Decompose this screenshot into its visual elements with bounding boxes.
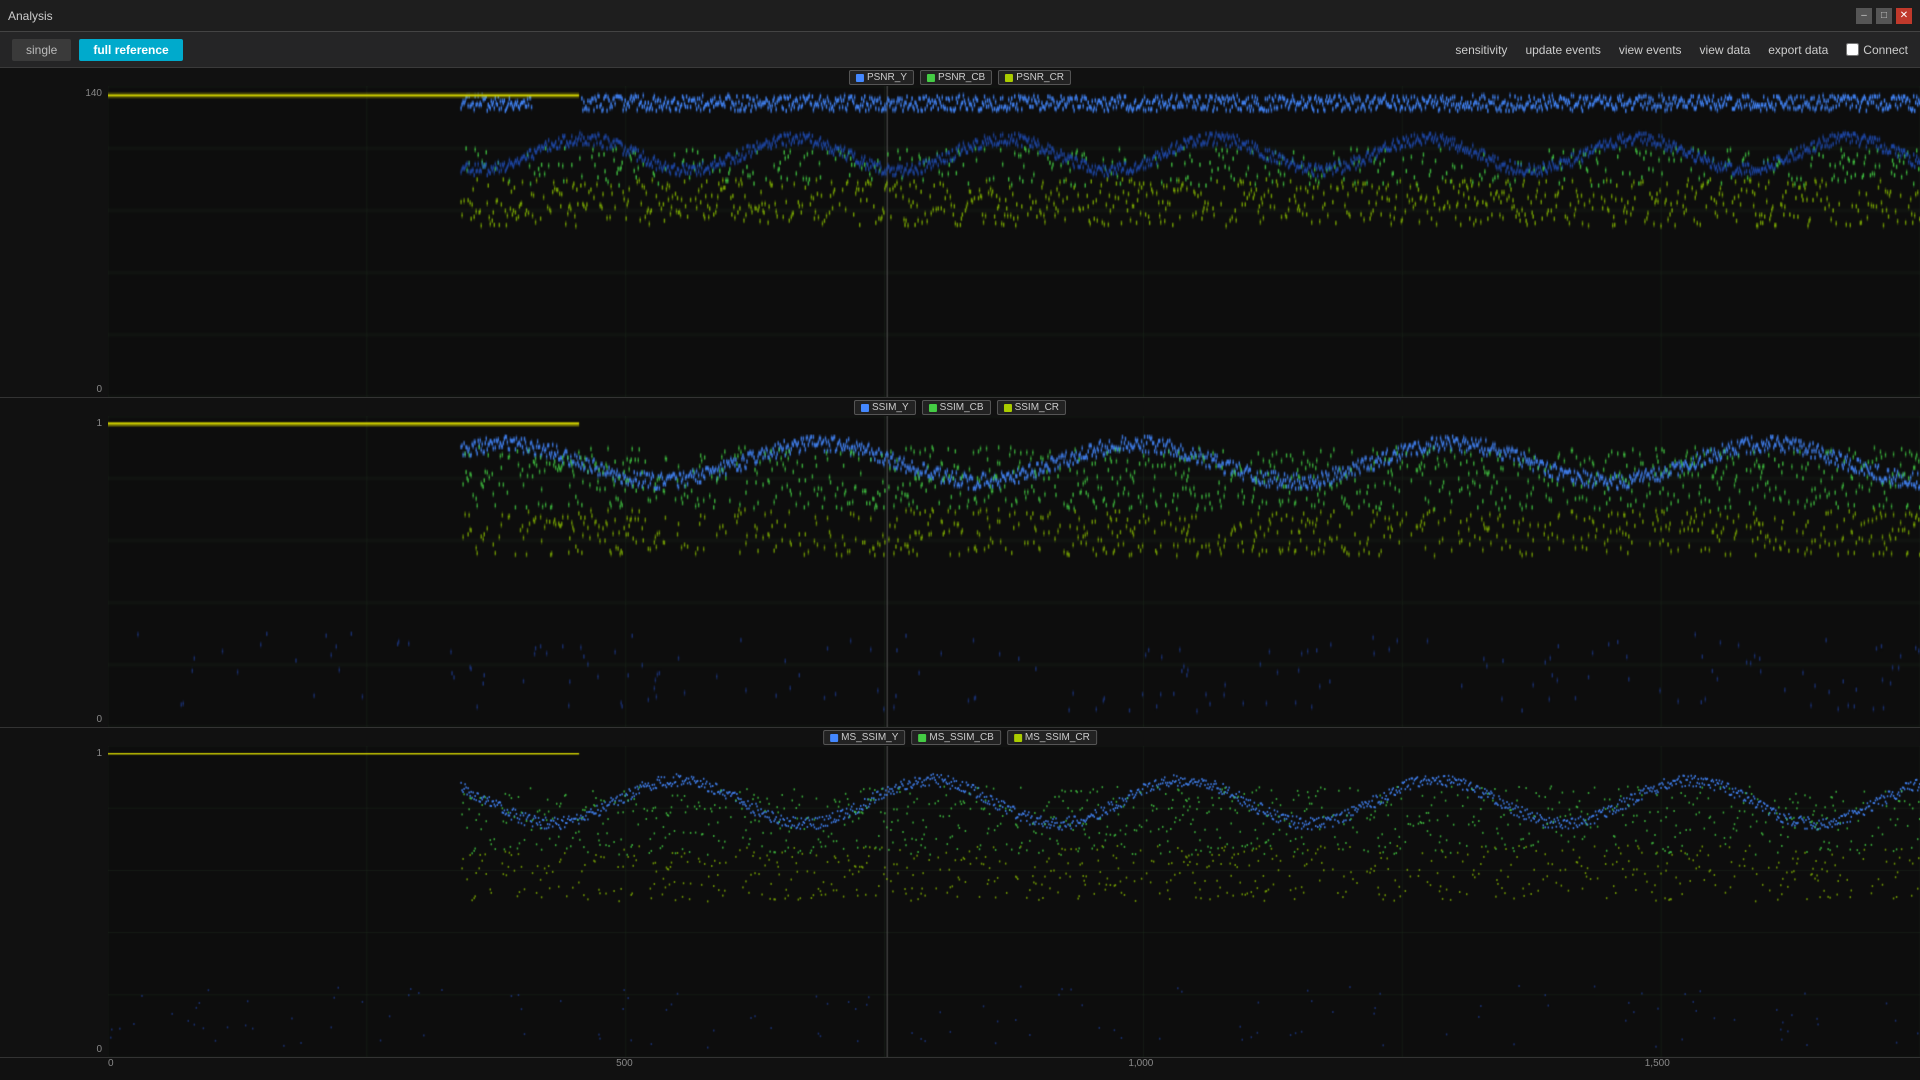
msssim-cb-label: MS_SSIM_CB	[929, 732, 993, 743]
ssim-y-min: 0	[96, 714, 102, 725]
psnr-y-label: PSNR_Y	[867, 72, 907, 83]
sensitivity-button[interactable]: sensitivity	[1455, 43, 1507, 57]
tab-full-reference[interactable]: full reference	[79, 39, 182, 61]
x-label-500: 500	[616, 1058, 633, 1069]
psnr-chart-section: PSNR_Y PSNR_CB PSNR_CR 140 0	[0, 68, 1920, 398]
connect-label: Connect	[1863, 43, 1908, 57]
export-data-button[interactable]: export data	[1768, 43, 1828, 57]
ssim-cb-label: SSIM_CB	[940, 402, 984, 413]
ssim-cb-legend: SSIM_CB	[922, 400, 991, 415]
ssim-y-max: 1	[96, 418, 102, 429]
msssim-legend: MS_SSIM_Y MS_SSIM_CB MS_SSIM_CR	[823, 730, 1097, 745]
view-events-button[interactable]: view events	[1619, 43, 1682, 57]
msssim-chart-section: MS_SSIM_Y MS_SSIM_CB MS_SSIM_CR 1 0	[0, 728, 1920, 1058]
ssim-canvas-area	[108, 416, 1920, 727]
psnr-cr-label: PSNR_CR	[1016, 72, 1064, 83]
msssim-y-max: 1	[96, 748, 102, 759]
msssim-cr-label: MS_SSIM_CR	[1025, 732, 1090, 743]
msssim-y-label: MS_SSIM_Y	[841, 732, 898, 743]
psnr-canvas	[108, 86, 1920, 397]
psnr-y-min: 0	[96, 384, 102, 395]
x-axis-labels: 0 500 1,000 1,500	[108, 1058, 1920, 1080]
ssim-legend: SSIM_Y SSIM_CB SSIM_CR	[854, 400, 1066, 415]
ssim-y-axis: 1 0	[0, 416, 108, 727]
msssim-y-axis: 1 0	[0, 746, 108, 1057]
connect-area: Connect	[1846, 43, 1908, 57]
tab-single[interactable]: single	[12, 39, 71, 61]
msssim-canvas	[108, 746, 1920, 1057]
ssim-cr-legend: SSIM_CR	[997, 400, 1066, 415]
x-label-1500: 1,500	[1645, 1058, 1670, 1069]
app-title: Analysis	[8, 9, 53, 23]
ssim-cr-label: SSIM_CR	[1015, 402, 1059, 413]
psnr-y-max: 140	[85, 88, 102, 99]
ssim-y-legend: SSIM_Y	[854, 400, 916, 415]
msssim-cb-legend: MS_SSIM_CB	[911, 730, 1000, 745]
psnr-y-axis: 140 0	[0, 86, 108, 397]
psnr-cb-legend: PSNR_CB	[920, 70, 992, 85]
x-axis: 0 500 1,000 1,500	[0, 1058, 1920, 1080]
msssim-y-legend: MS_SSIM_Y	[823, 730, 905, 745]
msssim-y-min: 0	[96, 1044, 102, 1055]
update-events-button[interactable]: update events	[1525, 43, 1600, 57]
toolbar-actions: sensitivity update events view events vi…	[1455, 43, 1908, 57]
psnr-legend: PSNR_Y PSNR_CB PSNR_CR	[849, 70, 1071, 85]
x-label-1000: 1,000	[1128, 1058, 1153, 1069]
psnr-cb-label: PSNR_CB	[938, 72, 985, 83]
connect-checkbox[interactable]	[1846, 43, 1859, 56]
title-bar: Analysis – □ ✕	[0, 0, 1920, 32]
maximize-button[interactable]: □	[1876, 8, 1892, 24]
msssim-cr-legend: MS_SSIM_CR	[1007, 730, 1097, 745]
psnr-y-legend: PSNR_Y	[849, 70, 914, 85]
window-controls: – □ ✕	[1856, 8, 1912, 24]
psnr-cr-legend: PSNR_CR	[998, 70, 1071, 85]
msssim-canvas-area	[108, 746, 1920, 1057]
ssim-y-label: SSIM_Y	[872, 402, 909, 413]
minimize-button[interactable]: –	[1856, 8, 1872, 24]
ssim-chart-section: SSIM_Y SSIM_CB SSIM_CR 1 0	[0, 398, 1920, 728]
psnr-canvas-area	[108, 86, 1920, 397]
close-button[interactable]: ✕	[1896, 8, 1912, 24]
toolbar: single full reference sensitivity update…	[0, 32, 1920, 68]
ssim-canvas	[108, 416, 1920, 727]
x-label-0: 0	[108, 1058, 114, 1069]
view-data-button[interactable]: view data	[1700, 43, 1751, 57]
